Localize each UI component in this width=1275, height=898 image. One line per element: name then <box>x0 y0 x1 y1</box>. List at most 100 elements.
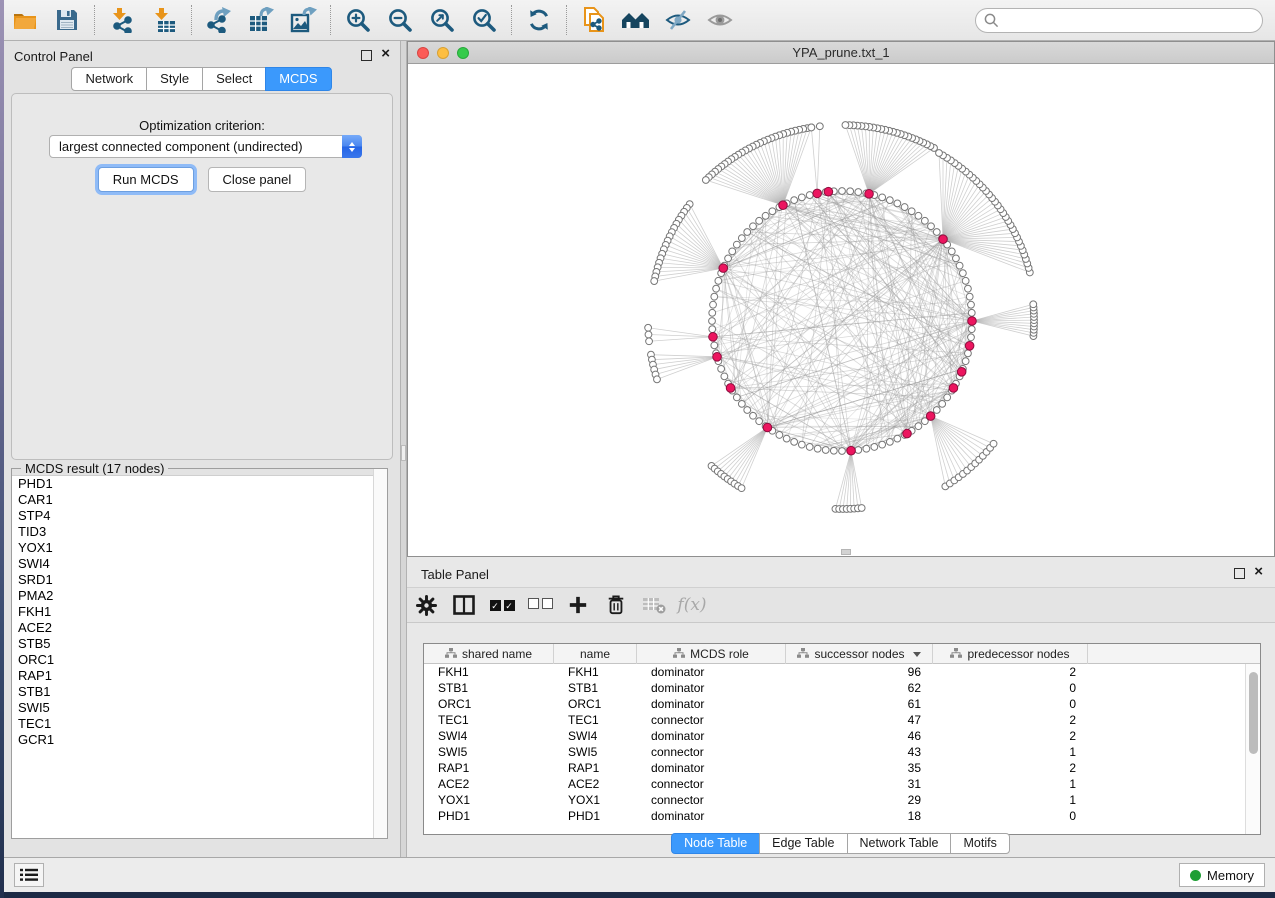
zoom-selected-button[interactable] <box>467 4 501 36</box>
open-file-button[interactable] <box>8 4 42 36</box>
mcds-result-item[interactable]: PHD1 <box>12 476 387 492</box>
maximize-window-button[interactable] <box>457 47 469 59</box>
column-header-shared-name[interactable]: shared name <box>424 644 554 664</box>
show-columns-button[interactable] <box>449 589 479 621</box>
tab-network[interactable]: Network <box>71 67 147 91</box>
columns-icon <box>453 595 475 615</box>
mcds-result-item[interactable]: ORC1 <box>12 652 387 668</box>
zoom-out-button[interactable] <box>383 4 417 36</box>
table-row[interactable]: SWI4SWI4dominator462 <box>424 728 1260 744</box>
delete-table-button[interactable] <box>639 589 669 621</box>
export-table-button[interactable] <box>244 4 278 36</box>
tab-node-table[interactable]: Node Table <box>671 833 760 854</box>
network-titlebar[interactable]: YPA_prune.txt_1 <box>408 42 1274 64</box>
close-panel-button-mcds[interactable]: Close panel <box>208 167 307 192</box>
close-panel-button[interactable]: × <box>381 45 390 63</box>
splitter-grip[interactable] <box>401 445 406 461</box>
close-table-panel-button[interactable]: × <box>1254 563 1263 581</box>
table-cell: 46 <box>786 728 933 744</box>
network-splitter-grip[interactable] <box>841 549 851 555</box>
zoom-in-button[interactable] <box>341 4 375 36</box>
table-cell: 0 <box>933 680 1088 696</box>
mcds-result-item[interactable]: SWI5 <box>12 700 387 716</box>
export-network-button[interactable] <box>202 4 236 36</box>
mcds-result-item[interactable]: STP4 <box>12 508 387 524</box>
table-scrollbar[interactable] <box>1245 664 1260 834</box>
mcds-result-item[interactable]: CAR1 <box>12 492 387 508</box>
table-row[interactable]: RAP1RAP1dominator352 <box>424 760 1260 776</box>
column-header-successor-nodes[interactable]: successor nodes <box>786 644 933 664</box>
float-table-panel-button[interactable] <box>1234 568 1245 579</box>
minimize-window-button[interactable] <box>437 47 449 59</box>
tab-select[interactable]: Select <box>202 67 266 91</box>
table-cell: 1 <box>933 776 1088 792</box>
table-cell: 2 <box>933 712 1088 728</box>
select-all-rows-button[interactable]: ✓✓ <box>487 589 517 621</box>
run-mcds-button[interactable]: Run MCDS <box>98 167 194 192</box>
mcds-result-item[interactable]: GCR1 <box>12 732 387 748</box>
delete-column-button[interactable] <box>601 589 631 621</box>
column-label: predecessor nodes <box>967 647 1069 661</box>
zoom-fit-button[interactable] <box>425 4 459 36</box>
column-header-predecessor-nodes[interactable]: predecessor nodes <box>933 644 1088 664</box>
save-session-button[interactable] <box>50 4 84 36</box>
show-all-button[interactable] <box>703 4 737 36</box>
table-settings-button[interactable] <box>411 589 441 621</box>
mcds-result-item[interactable]: SWI4 <box>12 556 387 572</box>
tab-motifs[interactable]: Motifs <box>950 833 1009 854</box>
export-image-icon <box>290 7 317 33</box>
mcds-result-item[interactable]: TEC1 <box>12 716 387 732</box>
column-header-name[interactable]: name <box>554 644 637 664</box>
apply-layout-button[interactable] <box>522 4 556 36</box>
export-image-button[interactable] <box>286 4 320 36</box>
mcds-result-item[interactable]: FKH1 <box>12 604 387 620</box>
zoom-in-icon <box>345 7 371 33</box>
hide-selected-button[interactable] <box>661 4 695 36</box>
tab-mcds[interactable]: MCDS <box>265 67 331 91</box>
network-graph[interactable] <box>408 64 1274 556</box>
clone-network-button[interactable] <box>577 4 611 36</box>
table-cell: 1 <box>933 792 1088 808</box>
table-row[interactable]: STB1STB1dominator620 <box>424 680 1260 696</box>
mcds-result-item[interactable]: TID3 <box>12 524 387 540</box>
table-row[interactable]: ORC1ORC1dominator610 <box>424 696 1260 712</box>
deselect-all-rows-button[interactable] <box>525 589 555 621</box>
result-list-scrollbar[interactable] <box>373 469 387 838</box>
add-column-button[interactable] <box>563 589 593 621</box>
close-window-button[interactable] <box>417 47 429 59</box>
memory-button[interactable]: Memory <box>1179 863 1265 887</box>
table-row[interactable]: FKH1FKH1dominator962 <box>424 664 1260 680</box>
control-panel-tabs: NetworkStyleSelectMCDS <box>4 67 400 91</box>
table-cell: YOX1 <box>554 792 637 808</box>
table-row[interactable]: PHD1PHD1dominator180 <box>424 808 1260 824</box>
table-row[interactable]: TEC1TEC1connector472 <box>424 712 1260 728</box>
task-history-button[interactable] <box>14 863 44 887</box>
table-row[interactable]: ACE2ACE2connector311 <box>424 776 1260 792</box>
first-neighbors-button[interactable] <box>619 4 653 36</box>
function-builder-button[interactable]: f(x) <box>677 589 707 621</box>
import-table-icon <box>151 7 177 33</box>
mcds-result-item[interactable]: STB5 <box>12 636 387 652</box>
table-row[interactable]: SWI5SWI5connector431 <box>424 744 1260 760</box>
optimization-criterion-select[interactable]: largest connected component (undirected) <box>49 135 362 158</box>
panel-splitter[interactable] <box>400 41 407 857</box>
mcds-result-title: MCDS result (17 nodes) <box>21 461 168 476</box>
table-row[interactable]: YOX1YOX1connector291 <box>424 792 1260 808</box>
mcds-result-item[interactable]: RAP1 <box>12 668 387 684</box>
mcds-result-item[interactable]: YOX1 <box>12 540 387 556</box>
column-header-mcds-role[interactable]: MCDS role <box>637 644 786 664</box>
tab-network-table[interactable]: Network Table <box>847 833 952 854</box>
network-canvas[interactable] <box>408 64 1274 556</box>
mcds-result-item[interactable]: PMA2 <box>12 588 387 604</box>
tab-edge-table[interactable]: Edge Table <box>759 833 847 854</box>
mcds-result-item[interactable]: STB1 <box>12 684 387 700</box>
import-table-button[interactable] <box>147 4 181 36</box>
tab-style[interactable]: Style <box>146 67 203 91</box>
import-network-button[interactable] <box>105 4 139 36</box>
table-scrollbar-thumb[interactable] <box>1249 672 1258 754</box>
search-input[interactable] <box>975 8 1263 33</box>
mcds-result-item[interactable]: SRD1 <box>12 572 387 588</box>
float-panel-button[interactable] <box>361 50 372 61</box>
mcds-result-item[interactable]: ACE2 <box>12 620 387 636</box>
table-cell: SWI4 <box>554 728 637 744</box>
